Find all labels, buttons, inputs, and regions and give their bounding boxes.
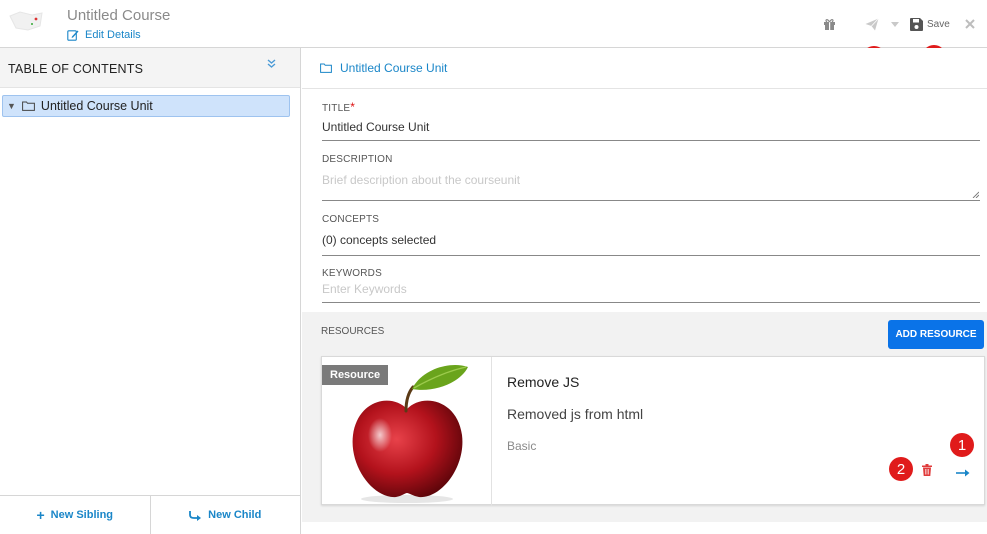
delete-resource-button[interactable] — [922, 463, 932, 481]
close-button[interactable] — [965, 19, 975, 29]
breadcrumb-label: Untitled Course Unit — [340, 61, 448, 75]
required-mark: * — [350, 100, 356, 114]
title-field[interactable]: TITLE* Untitled Course Unit — [322, 100, 980, 141]
resource-card[interactable]: Resource Remove JS Removed js from html … — [321, 356, 985, 506]
gift-button[interactable] — [823, 18, 836, 30]
open-resource-button[interactable] — [956, 464, 970, 480]
share-arrow-icon — [189, 510, 202, 521]
description-placeholder: Brief description about the courseunit — [322, 173, 521, 187]
course-title: Untitled Course — [67, 7, 171, 24]
annotation-badge-2: 2 — [889, 457, 913, 481]
folder-icon — [22, 101, 35, 111]
gift-icon — [824, 19, 835, 30]
floppy-disk-icon — [910, 18, 923, 31]
edit-details-link[interactable]: Edit Details — [67, 29, 141, 41]
keywords-field[interactable]: KEYWORDS Enter Keywords — [322, 268, 980, 303]
resource-tag: Resource — [322, 365, 389, 385]
caret-down-icon — [891, 22, 899, 27]
toc-header: TABLE OF CONTENTS — [0, 48, 300, 88]
new-child-button[interactable]: New Child — [149, 496, 301, 534]
main-panel: Untitled Course Unit TITLE* Untitled Cou… — [302, 48, 987, 534]
arrow-right-icon — [956, 469, 970, 477]
title-value: Untitled Course Unit — [322, 120, 430, 134]
resources-section: RESOURCES ADD RESOURCE Resource Remove J… — [302, 312, 987, 522]
concepts-field[interactable]: CONCEPTS (0) concepts selected — [322, 214, 980, 256]
title-label-row: TITLE* — [322, 100, 980, 114]
plus-icon: + — [36, 507, 45, 523]
description-field[interactable]: DESCRIPTION Brief description about the … — [322, 154, 980, 201]
resize-grip-icon[interactable] — [972, 191, 979, 198]
new-child-label: New Child — [208, 509, 262, 521]
toc-title: TABLE OF CONTENTS — [8, 62, 144, 76]
save-label: Save — [927, 19, 950, 30]
annotation-badge-1: 1 — [950, 433, 974, 457]
keywords-label: KEYWORDS — [322, 268, 382, 279]
expand-caret-icon[interactable]: ▼ — [7, 101, 16, 111]
tree-item-label: Untitled Course Unit — [40, 99, 153, 113]
add-resource-button[interactable]: ADD RESOURCE — [888, 320, 984, 349]
close-icon — [965, 19, 975, 29]
edit-details-label: Edit Details — [85, 29, 141, 41]
paper-plane-icon — [865, 18, 879, 31]
concepts-label: CONCEPTS — [322, 214, 380, 225]
resource-thumbnail: Resource — [322, 357, 492, 506]
save-button[interactable]: Save — [910, 18, 950, 31]
double-chevron-down-icon — [267, 59, 276, 68]
resource-level: Basic — [507, 439, 537, 453]
keywords-placeholder: Enter Keywords — [322, 282, 407, 296]
description-label: DESCRIPTION — [322, 154, 393, 165]
app-header: Untitled Course Edit Details Save — [0, 0, 987, 48]
concepts-value: (0) concepts selected — [322, 233, 437, 247]
divider — [302, 88, 987, 89]
edit-icon — [67, 30, 79, 41]
resource-title: Remove JS — [507, 374, 580, 390]
breadcrumb[interactable]: Untitled Course Unit — [320, 61, 447, 75]
title-label: TITLE — [322, 103, 351, 114]
resources-label: RESOURCES — [321, 326, 385, 337]
sidebar-footer: + New Sibling New Child — [0, 495, 300, 534]
trash-icon — [922, 464, 932, 476]
publish-dropdown[interactable] — [891, 22, 899, 27]
tree-item-course-unit[interactable]: ▼ Untitled Course Unit — [2, 95, 290, 117]
new-sibling-label: New Sibling — [50, 509, 114, 521]
collapse-all-button[interactable] — [267, 59, 276, 71]
folder-icon — [320, 63, 332, 73]
logo-icon — [9, 11, 43, 31]
resource-description: Removed js from html — [507, 406, 644, 422]
sidebar: TABLE OF CONTENTS ▼ Untitled Course Unit… — [0, 48, 301, 534]
publish-button[interactable] — [865, 18, 879, 31]
new-sibling-button[interactable]: + New Sibling — [0, 496, 150, 534]
